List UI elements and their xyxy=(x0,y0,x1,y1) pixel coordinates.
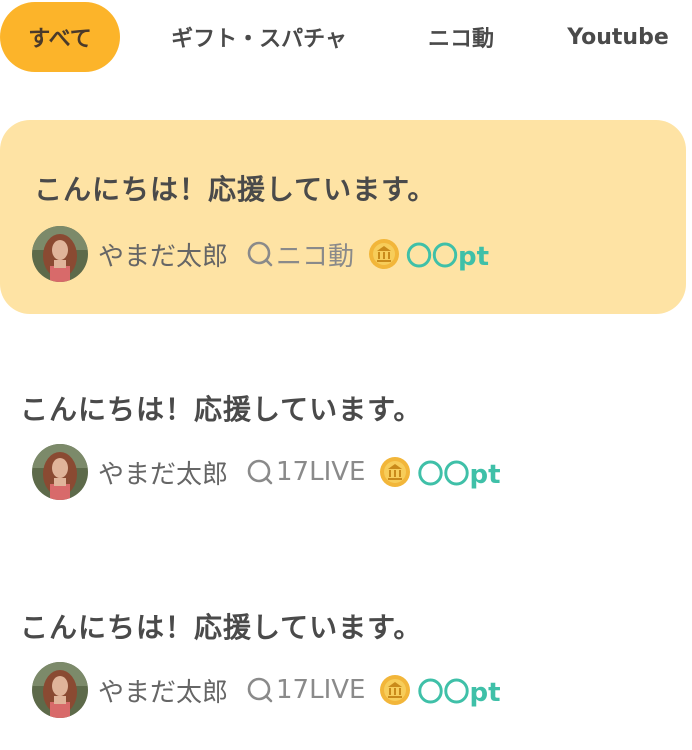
card-meta: やまだ太郎 17LIVE 〇〇pt xyxy=(32,443,501,501)
points-value: 〇〇pt xyxy=(417,677,501,708)
tab-all[interactable]: すべて xyxy=(0,2,120,72)
tab-youtube[interactable]: Youtube xyxy=(548,2,688,72)
tab-nicodo[interactable]: ニコ動 xyxy=(408,2,514,72)
card-meta: やまだ太郎 ニコ動 〇〇pt xyxy=(32,225,489,283)
user-name: やまだ太郎 xyxy=(98,241,229,272)
card-message: こんにちは！応援しています。 xyxy=(20,611,423,644)
platform-label: ニコ動 xyxy=(246,236,354,273)
avatar[interactable] xyxy=(32,444,88,500)
support-message-card[interactable]: こんにちは！応援しています。 やまだ太郎 17LIVE 〇〇pt xyxy=(0,360,686,530)
user-name: やまだ太郎 xyxy=(98,459,229,490)
points-value: 〇〇pt xyxy=(406,241,490,272)
support-message-card[interactable]: こんにちは！応援しています。 やまだ太郎 ニコ動 〇〇pt xyxy=(0,120,686,314)
search-icon xyxy=(247,241,273,267)
filter-tabs: すべて ギフト・スパチャ ニコ動 Youtube xyxy=(0,0,692,74)
platform-name: 17LIVE xyxy=(276,675,366,705)
support-message-card[interactable]: こんにちは！応援しています。 やまだ太郎 17LIVE 〇〇pt xyxy=(0,578,686,748)
avatar[interactable] xyxy=(32,226,88,282)
avatar[interactable] xyxy=(32,662,88,718)
platform-label: 17LIVE xyxy=(246,457,365,487)
platform-name: 17LIVE xyxy=(276,457,366,487)
points-value: 〇〇pt xyxy=(417,459,501,490)
platform-label: 17LIVE xyxy=(246,675,365,705)
card-message: こんにちは！応援しています。 xyxy=(20,393,423,426)
user-name: やまだ太郎 xyxy=(98,677,229,708)
search-icon xyxy=(247,677,273,703)
tab-gift-superchat[interactable]: ギフト・スパチャ xyxy=(148,2,370,72)
search-icon xyxy=(247,459,273,485)
coin-icon xyxy=(368,238,400,270)
platform-name: ニコ動 xyxy=(276,241,355,272)
coin-icon xyxy=(379,674,411,706)
card-message: こんにちは！応援しています。 xyxy=(34,173,437,206)
coin-icon xyxy=(379,456,411,488)
card-meta: やまだ太郎 17LIVE 〇〇pt xyxy=(32,661,501,719)
